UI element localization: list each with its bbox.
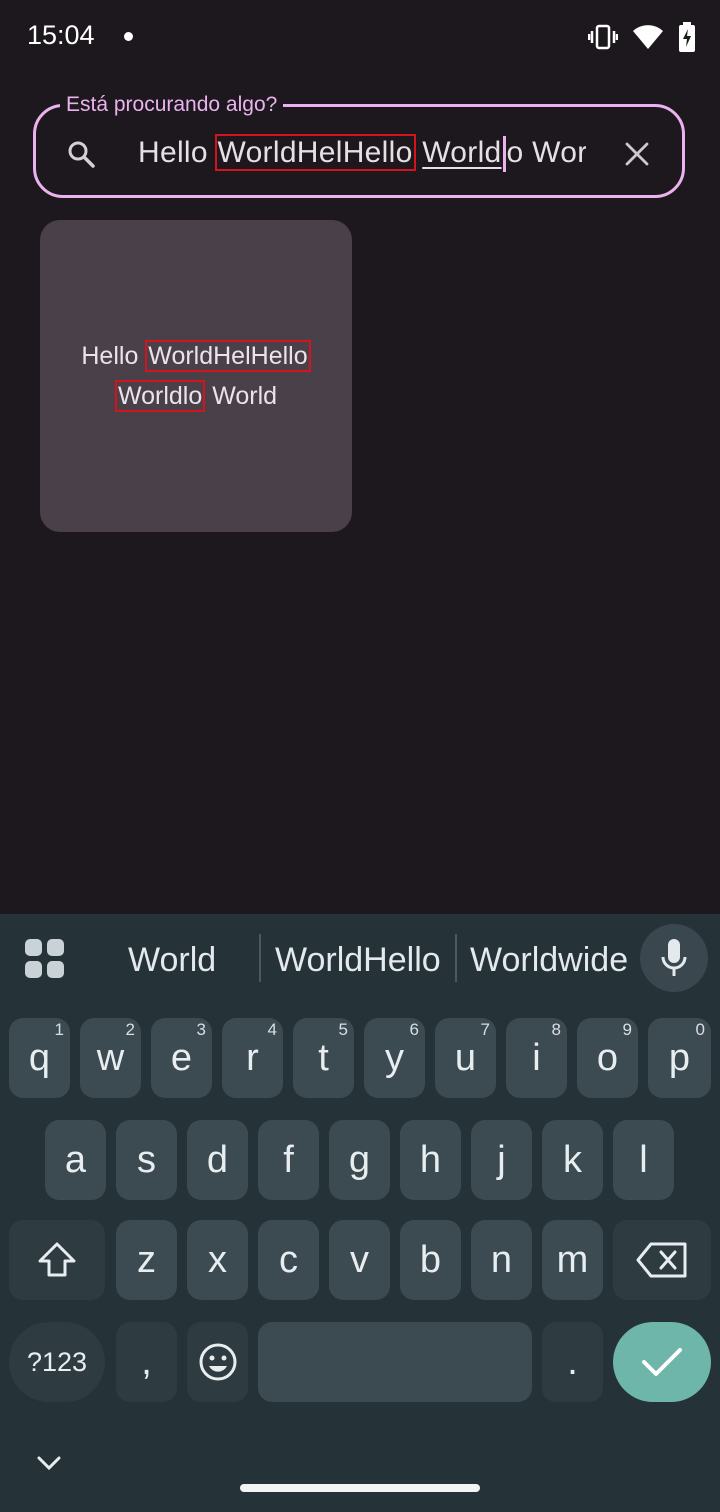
backspace-icon xyxy=(636,1242,687,1278)
key-r[interactable]: r4 xyxy=(222,1018,283,1098)
key-label: u xyxy=(454,1036,477,1079)
key-o[interactable]: o9 xyxy=(577,1018,638,1098)
period-key[interactable]: . xyxy=(542,1322,603,1402)
status-icons xyxy=(587,22,696,57)
search-text-part: Hello xyxy=(138,136,217,169)
key-hint: 3 xyxy=(196,1020,206,1039)
emoji-key[interactable] xyxy=(187,1322,248,1402)
key-hint: 1 xyxy=(54,1020,64,1039)
search-label: Está procurando algo? xyxy=(60,91,284,119)
done-key[interactable] xyxy=(613,1322,711,1402)
key-label: q xyxy=(28,1036,51,1079)
vibrate-icon xyxy=(587,23,619,56)
search-text-highlight: WorldHelHello xyxy=(214,134,416,171)
key-i[interactable]: i8 xyxy=(506,1018,567,1098)
key-hint: 7 xyxy=(480,1020,490,1039)
battery-charging-icon xyxy=(678,22,696,57)
result-card[interactable]: Hello WorldHelHello Worldlo World xyxy=(40,220,352,532)
key-label: e xyxy=(170,1036,193,1079)
key-h[interactable]: h xyxy=(400,1120,461,1200)
symbols-key[interactable]: ?123 xyxy=(9,1322,105,1402)
key-k[interactable]: k xyxy=(542,1120,603,1200)
clear-icon[interactable] xyxy=(624,141,650,172)
suggestion-strip: World WorldHello Worldwide xyxy=(0,914,720,1006)
microphone-icon[interactable] xyxy=(640,924,708,992)
result-text-part: World xyxy=(205,382,278,410)
key-label: w xyxy=(96,1036,125,1079)
key-t[interactable]: t5 xyxy=(293,1018,354,1098)
key-a[interactable]: a xyxy=(45,1120,106,1200)
key-label: i xyxy=(532,1036,541,1079)
emoji-icon xyxy=(199,1343,236,1381)
key-hint: 0 xyxy=(695,1020,705,1039)
key-e[interactable]: e3 xyxy=(151,1018,212,1098)
search-text-composing: World xyxy=(422,136,502,169)
key-hint: 2 xyxy=(125,1020,135,1039)
status-bar: 15:04 xyxy=(0,0,720,72)
key-z[interactable]: z xyxy=(116,1220,177,1300)
search-field[interactable]: Está procurando algo? Hello WorldHelHell… xyxy=(33,91,685,198)
key-p[interactable]: p0 xyxy=(648,1018,711,1098)
key-f[interactable]: f xyxy=(258,1120,319,1200)
result-text-highlight: WorldHelHello xyxy=(145,340,311,372)
shift-key[interactable] xyxy=(9,1220,105,1300)
key-n[interactable]: n xyxy=(471,1220,532,1300)
suggestion-1[interactable]: World xyxy=(128,936,216,984)
key-label: o xyxy=(596,1036,619,1079)
key-hint: 4 xyxy=(267,1020,277,1039)
search-text-part xyxy=(414,136,423,169)
suggestion-3[interactable]: Worldwide xyxy=(470,936,628,984)
key-label: r xyxy=(246,1036,259,1079)
result-card-text: Hello WorldHelHello Worldlo World xyxy=(65,336,326,416)
key-w[interactable]: w2 xyxy=(80,1018,141,1098)
key-g[interactable]: g xyxy=(329,1120,390,1200)
wifi-icon xyxy=(632,24,664,55)
result-text-highlight: Worldlo xyxy=(114,380,206,412)
result-text-part: Hello xyxy=(81,342,146,370)
key-q[interactable]: q1 xyxy=(9,1018,70,1098)
key-label: t xyxy=(318,1036,329,1079)
soft-keyboard: World WorldHello Worldwide q1 w2 e3 r4 t… xyxy=(0,914,720,1512)
comma-key[interactable]: , xyxy=(116,1322,177,1402)
suggestion-divider xyxy=(259,934,261,982)
key-label: p xyxy=(668,1036,691,1079)
key-u[interactable]: u7 xyxy=(435,1018,496,1098)
status-time: 15:04 xyxy=(27,20,95,50)
key-s[interactable]: s xyxy=(116,1120,177,1200)
key-v[interactable]: v xyxy=(329,1220,390,1300)
keyboard-apps-icon[interactable] xyxy=(24,938,66,985)
search-text-part: o World xyxy=(506,136,586,169)
key-hint: 6 xyxy=(409,1020,419,1039)
shift-icon xyxy=(38,1242,76,1277)
key-hint: 5 xyxy=(338,1020,348,1039)
backspace-key[interactable] xyxy=(613,1220,711,1300)
key-b[interactable]: b xyxy=(400,1220,461,1300)
search-input[interactable]: Hello WorldHelHello Worldo World xyxy=(138,125,586,181)
text-cursor xyxy=(502,136,506,173)
key-m[interactable]: m xyxy=(542,1220,603,1300)
key-hint: 8 xyxy=(551,1020,561,1039)
hide-keyboard-chevron-down-icon[interactable] xyxy=(36,1454,62,1477)
key-label: y xyxy=(385,1036,404,1079)
check-icon xyxy=(642,1348,682,1376)
space-key[interactable] xyxy=(258,1322,532,1402)
key-d[interactable]: d xyxy=(187,1120,248,1200)
notification-dot-icon xyxy=(124,32,133,41)
key-j[interactable]: j xyxy=(471,1120,532,1200)
key-l[interactable]: l xyxy=(613,1120,674,1200)
suggestion-divider xyxy=(455,934,457,982)
home-gesture-bar[interactable] xyxy=(240,1484,480,1492)
key-y[interactable]: y6 xyxy=(364,1018,425,1098)
key-x[interactable]: x xyxy=(187,1220,248,1300)
key-hint: 9 xyxy=(622,1020,632,1039)
suggestion-2[interactable]: WorldHello xyxy=(275,936,441,984)
search-icon xyxy=(66,139,96,174)
key-c[interactable]: c xyxy=(258,1220,319,1300)
